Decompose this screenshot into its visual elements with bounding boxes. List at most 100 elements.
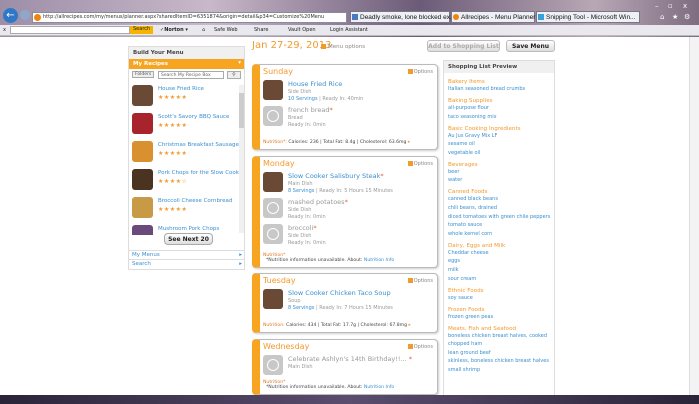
close-button[interactable]: x (683, 2, 687, 10)
day-name: Sunday (263, 67, 293, 76)
shopping-item[interactable]: frozen green peas (448, 314, 554, 320)
home-icon[interactable]: ⌂ (202, 25, 205, 35)
login-assistant-button[interactable]: Login Assistant (330, 25, 368, 35)
nutrition-info-link[interactable]: Nutrition Info (364, 385, 394, 390)
see-next-button[interactable]: See Next 20 (164, 233, 213, 245)
dish-photo (263, 80, 283, 100)
maximize-button[interactable]: ▫ (668, 2, 673, 10)
shopping-item[interactable]: water (448, 177, 554, 183)
shopping-item[interactable]: chopped ham (448, 341, 554, 347)
safeweb-button[interactable]: Safe Web (214, 25, 238, 35)
day-options-button[interactable]: Options (407, 161, 433, 167)
search-link[interactable]: Search (129, 259, 244, 269)
tab-label: Allrecipes - Menu Planner (461, 14, 536, 21)
address-bar[interactable]: http://allrecipes.com/my/menus/planner.a… (32, 12, 347, 23)
recipe-item[interactable]: House Fried Rice ★★★★★ (129, 83, 244, 111)
shopping-item[interactable]: small shrimp (448, 367, 554, 373)
recipe-item[interactable]: Broccoli Cheese Cornbread ★★★★★ (129, 195, 244, 223)
servings-link[interactable]: 8 Servings (288, 305, 314, 311)
shopping-item[interactable]: diced tomatoes with green chile peppers (448, 214, 554, 220)
recipe-name[interactable]: House Fried Rice (158, 86, 204, 92)
day-options-button[interactable]: Options (407, 344, 433, 350)
toolbar-search-button[interactable]: Search (130, 26, 154, 34)
dish-title[interactable]: french bread* (288, 106, 333, 114)
recipe-name[interactable]: Christmas Breakfast Sausage... (158, 142, 244, 148)
dish-title[interactable]: Slow Cooker Chicken Taco Soup (288, 289, 391, 297)
dish-meta: Ready In: 0min (288, 240, 326, 246)
shopping-item[interactable]: canned black beans (448, 196, 554, 202)
shopping-item[interactable]: lean ground beef (448, 350, 554, 356)
shopping-item[interactable]: skinless, boneless chicken breast halves (448, 358, 554, 364)
menu-date: Jan 27-29, 2013 (252, 40, 332, 51)
norton-button[interactable]: ✓Norton ▾ (160, 25, 188, 35)
tab-news[interactable]: Deadly smoke, lone blocked ex... (350, 11, 455, 23)
chevron-right-icon[interactable]: ▸ (409, 323, 411, 328)
minimize-button[interactable]: – (655, 2, 659, 10)
search-icon[interactable]: ⚲ (227, 71, 241, 79)
save-menu-button[interactable]: Save Menu (506, 40, 555, 52)
menu-options-button[interactable]: Menu options (321, 44, 365, 50)
day-options-button[interactable]: Options (407, 278, 433, 284)
dish-title[interactable]: mashed potatoes* (288, 198, 348, 206)
dish-item: mashed potatoes* Side Dish Ready In: 0mi… (263, 198, 433, 226)
page-scrollbar[interactable] (689, 37, 699, 395)
gear-icon[interactable]: ⚙ (684, 13, 690, 21)
forward-button[interactable] (20, 10, 30, 20)
shopping-item[interactable]: chili beans, drained (448, 205, 554, 211)
shopping-item[interactable]: boneless chicken breast halves, cooked (448, 333, 554, 339)
recipe-search-input[interactable]: Search My Recipe Box (158, 71, 224, 79)
recipe-thumbnail (132, 113, 153, 134)
home-icon[interactable]: ⌂ (660, 13, 664, 21)
shopping-item[interactable]: Cheddar cheese (448, 250, 554, 256)
back-button[interactable]: ← (3, 8, 18, 23)
close-toolbar-icon[interactable]: x (3, 25, 6, 35)
my-menus-link[interactable]: My Menus (129, 250, 244, 260)
recipe-item[interactable]: Scott's Savory BBQ Sauce ★★★★★ (129, 111, 244, 139)
vault-button[interactable]: Vault Open (288, 25, 316, 35)
dish-title[interactable]: broccoli* (288, 224, 317, 232)
recipe-name[interactable]: Mushroom Pork Chops (158, 226, 219, 232)
servings-link[interactable]: 10 Servings (288, 96, 318, 102)
nutrition-label[interactable]: Nutrition: (263, 323, 285, 328)
shopping-item[interactable]: whole kernel corn (448, 231, 554, 237)
shopping-item[interactable]: milk (448, 267, 554, 273)
tab-snipping[interactable]: Snipping Tool - Microsoft Win... (536, 11, 640, 23)
rating-stars: ★★★★★ (158, 122, 188, 129)
my-recipes-header[interactable]: My Recipes (129, 59, 244, 69)
toolbar-search-input[interactable] (10, 26, 130, 34)
recipe-scrollbar[interactable] (239, 85, 244, 233)
recipe-name[interactable]: Scott's Savory BBQ Sauce (158, 114, 229, 120)
shopping-item[interactable]: eggs (448, 258, 554, 264)
shopping-item[interactable]: Italian seasoned bread crumbs (448, 86, 554, 92)
recipe-item[interactable]: Christmas Breakfast Sausage... ★★★★★ (129, 139, 244, 167)
day-options-button[interactable]: Options (407, 69, 433, 75)
folders-button[interactable]: Folders (132, 71, 155, 78)
shopping-item[interactable]: soy sauce (448, 295, 554, 301)
nutrition-info-link[interactable]: Nutrition Info (364, 258, 394, 263)
recipe-name[interactable]: Broccoli Cheese Cornbread (158, 198, 232, 204)
recipe-name[interactable]: Pork Chops for the Slow Cook... (158, 170, 244, 176)
tab-allrecipes[interactable]: Allrecipes - Menu Planner (451, 11, 535, 23)
recipe-item[interactable]: Pork Chops for the Slow Cook... ★★★★☆ (129, 167, 244, 195)
shopping-item[interactable]: all-purpose flour (448, 105, 554, 111)
dish-title[interactable]: Celebrate Ashlyn's 14th Birthday!!... * (288, 355, 412, 363)
share-button[interactable]: Share (254, 25, 268, 35)
shopping-item[interactable]: Au Jus Gravy Mix LF (448, 133, 554, 139)
day-card-sunday: Sunday Options House Fried Rice Side Dis… (252, 64, 438, 150)
shopping-item[interactable]: tomato sauce (448, 222, 554, 228)
dish-title[interactable]: House Fried Rice (288, 80, 342, 88)
shopping-item[interactable]: sesame oil (448, 141, 554, 147)
dish-title[interactable]: Slow Cooker Salisbury Steak* (288, 172, 384, 180)
shopping-item[interactable]: sour cream (448, 276, 554, 282)
favorites-icon[interactable]: ★ (672, 13, 678, 21)
nutrition-label[interactable]: Nutrition*: (263, 140, 287, 145)
servings-link[interactable]: 8 Servings (288, 188, 314, 194)
favicon-icon (34, 14, 41, 21)
chevron-right-icon[interactable]: ▸ (408, 140, 410, 145)
shopping-item[interactable]: vegetable oil (448, 150, 554, 156)
shopping-item[interactable]: taco seasoning mix (448, 114, 554, 120)
shopping-item[interactable]: beer (448, 169, 554, 175)
shopping-list-preview: Shopping List Preview Bakery Items Italia… (443, 60, 555, 400)
dish-type: Main Dish (288, 181, 313, 187)
add-to-shopping-list-button[interactable]: Add to Shopping List (427, 40, 500, 52)
